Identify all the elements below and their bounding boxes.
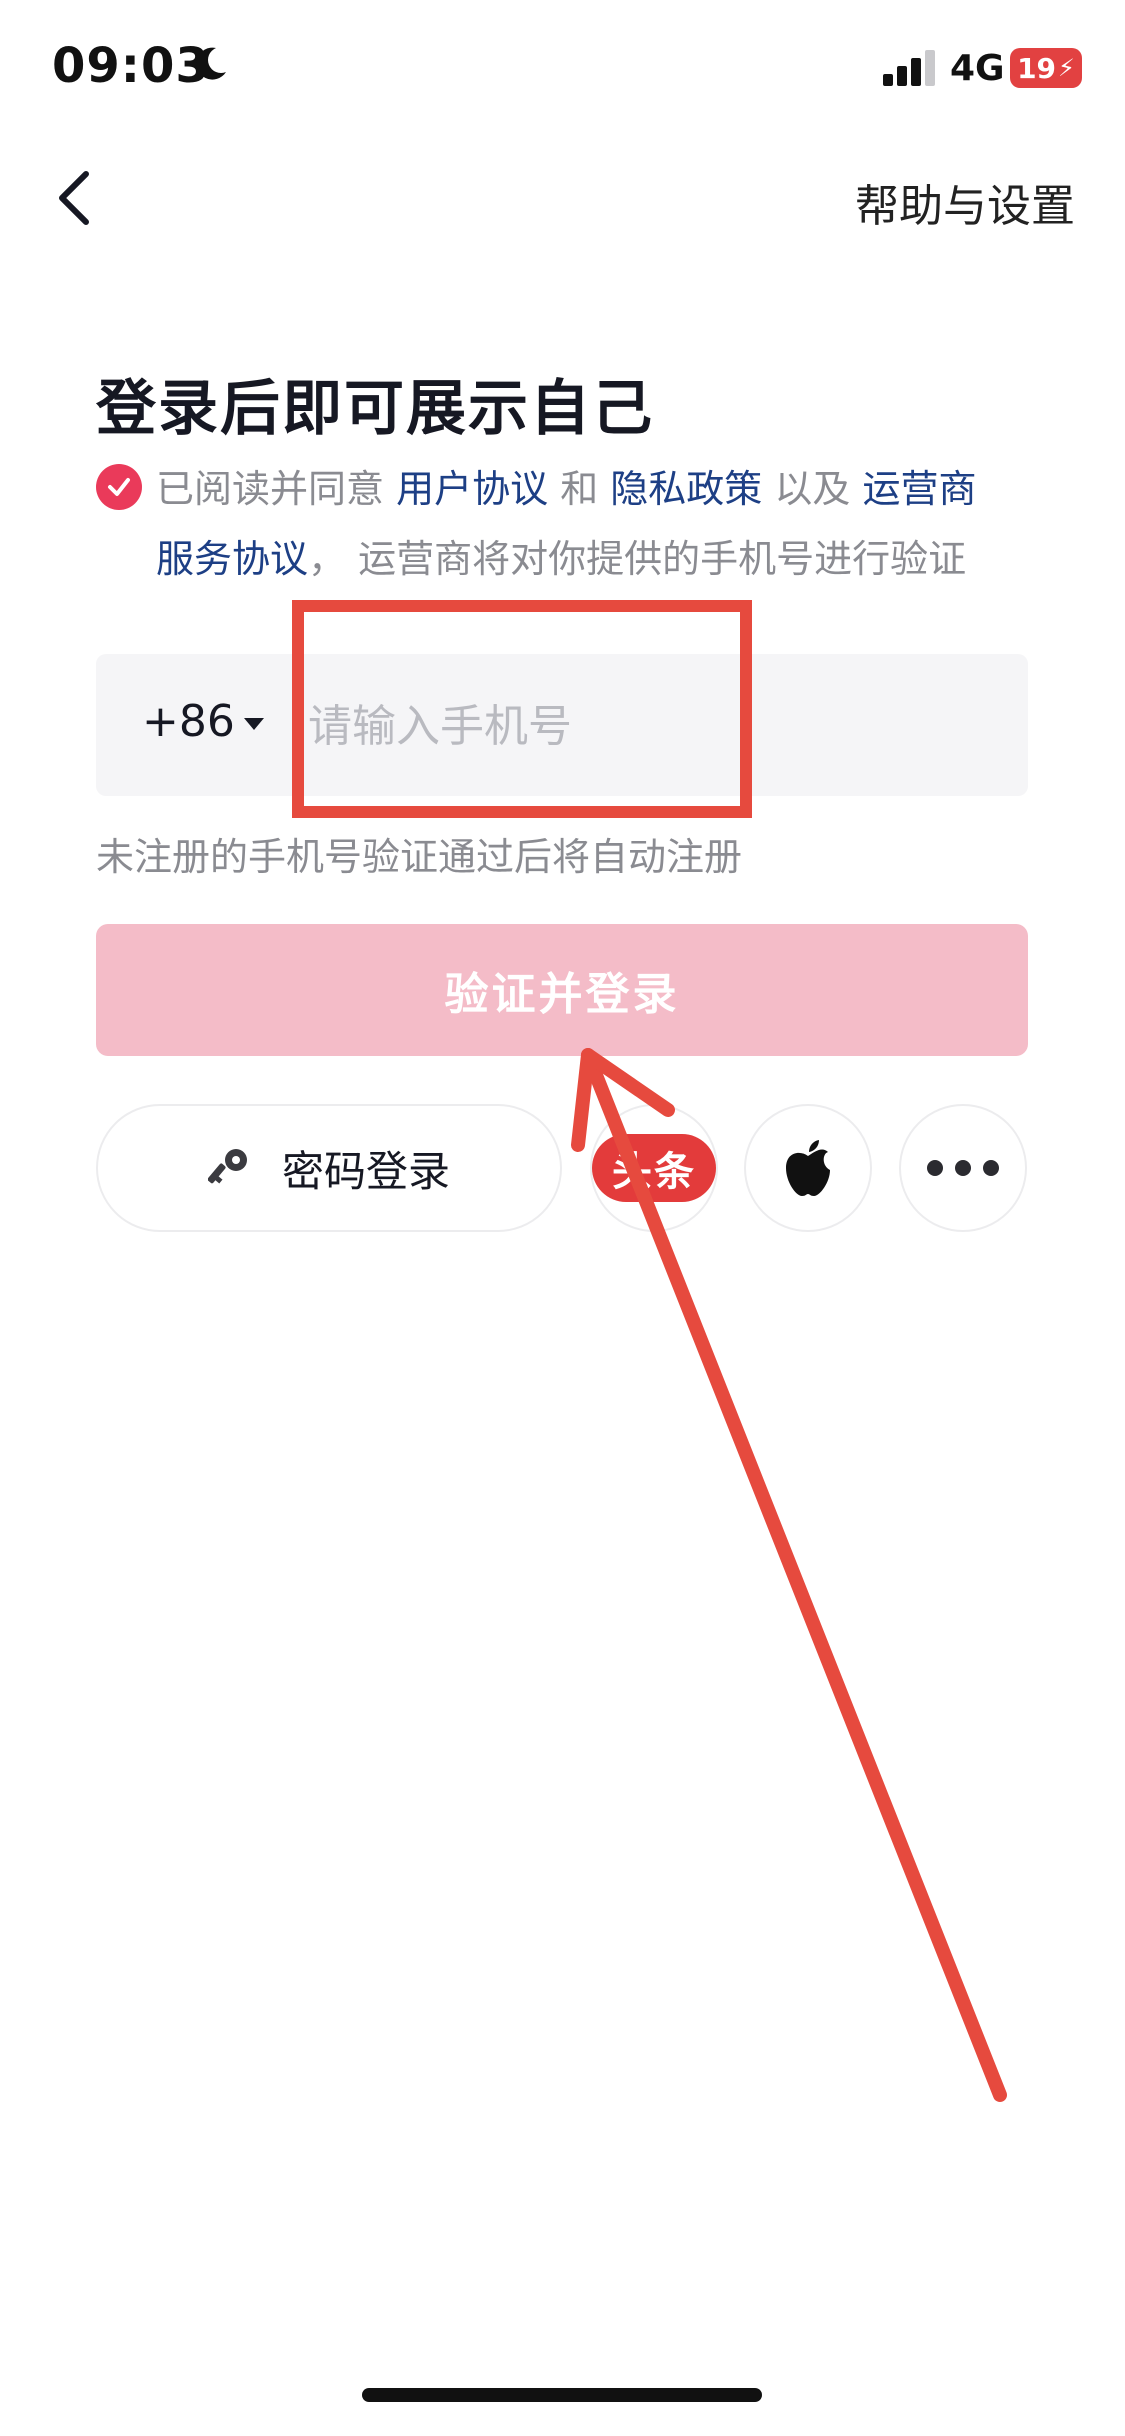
agreement-and-also: 以及 — [762, 467, 863, 511]
status-time: 09:03 — [52, 38, 210, 94]
apple-icon — [786, 1140, 830, 1196]
charging-icon: ⚡ — [1058, 54, 1075, 82]
checkmark-icon — [108, 478, 130, 496]
page-title: 登录后即可展示自己 — [96, 374, 654, 444]
signal-icon — [883, 50, 935, 86]
carrier-agreement-link-line1[interactable]: 运营商 — [862, 467, 976, 511]
caret-down-icon[interactable] — [244, 718, 264, 730]
key-icon — [207, 1149, 247, 1184]
auto-register-hint: 未注册的手机号验证通过后将自动注册 — [96, 835, 743, 879]
user-agreement-link[interactable]: 用户协议 — [396, 467, 548, 511]
apple-login-button[interactable] — [744, 1104, 872, 1232]
password-login-button[interactable]: 密码登录 — [96, 1104, 562, 1232]
battery-indicator: 19 ⚡ — [1010, 48, 1082, 88]
more-options-button[interactable] — [899, 1104, 1027, 1232]
toutiao-login-button[interactable]: 头条 — [590, 1104, 718, 1232]
battery-level: 19 — [1017, 51, 1057, 85]
toutiao-logo: 头条 — [592, 1134, 716, 1202]
agreement-suffix: ， 运营商将对你提供的手机号进行验证 — [308, 537, 967, 581]
verify-login-button[interactable]: 验证并登录 — [96, 924, 1028, 1056]
annotation-highlight-box — [292, 600, 752, 818]
back-chevron-icon[interactable] — [52, 168, 102, 228]
privacy-policy-link[interactable]: 隐私政策 — [610, 467, 762, 511]
network-type: 4G — [950, 48, 1005, 89]
password-login-label: 密码登录 — [281, 1146, 450, 1196]
help-settings-link[interactable]: 帮助与设置 — [855, 170, 1075, 234]
moon-icon — [196, 47, 226, 80]
agreement-and: 和 — [548, 467, 611, 511]
country-code-selector[interactable]: +86 — [142, 696, 235, 747]
home-indicator — [362, 2388, 762, 2402]
agreement-checkbox[interactable] — [96, 464, 142, 510]
more-dots-icon — [927, 1160, 999, 1176]
agreement-prefix: 已阅读并同意 — [156, 467, 397, 511]
agreement-text: 已阅读并同意 用户协议 和 隐私政策 以及 运营商服务协议， 运营商将对你提供的… — [156, 454, 1016, 594]
carrier-agreement-link-line2[interactable]: 服务协议 — [156, 537, 308, 581]
